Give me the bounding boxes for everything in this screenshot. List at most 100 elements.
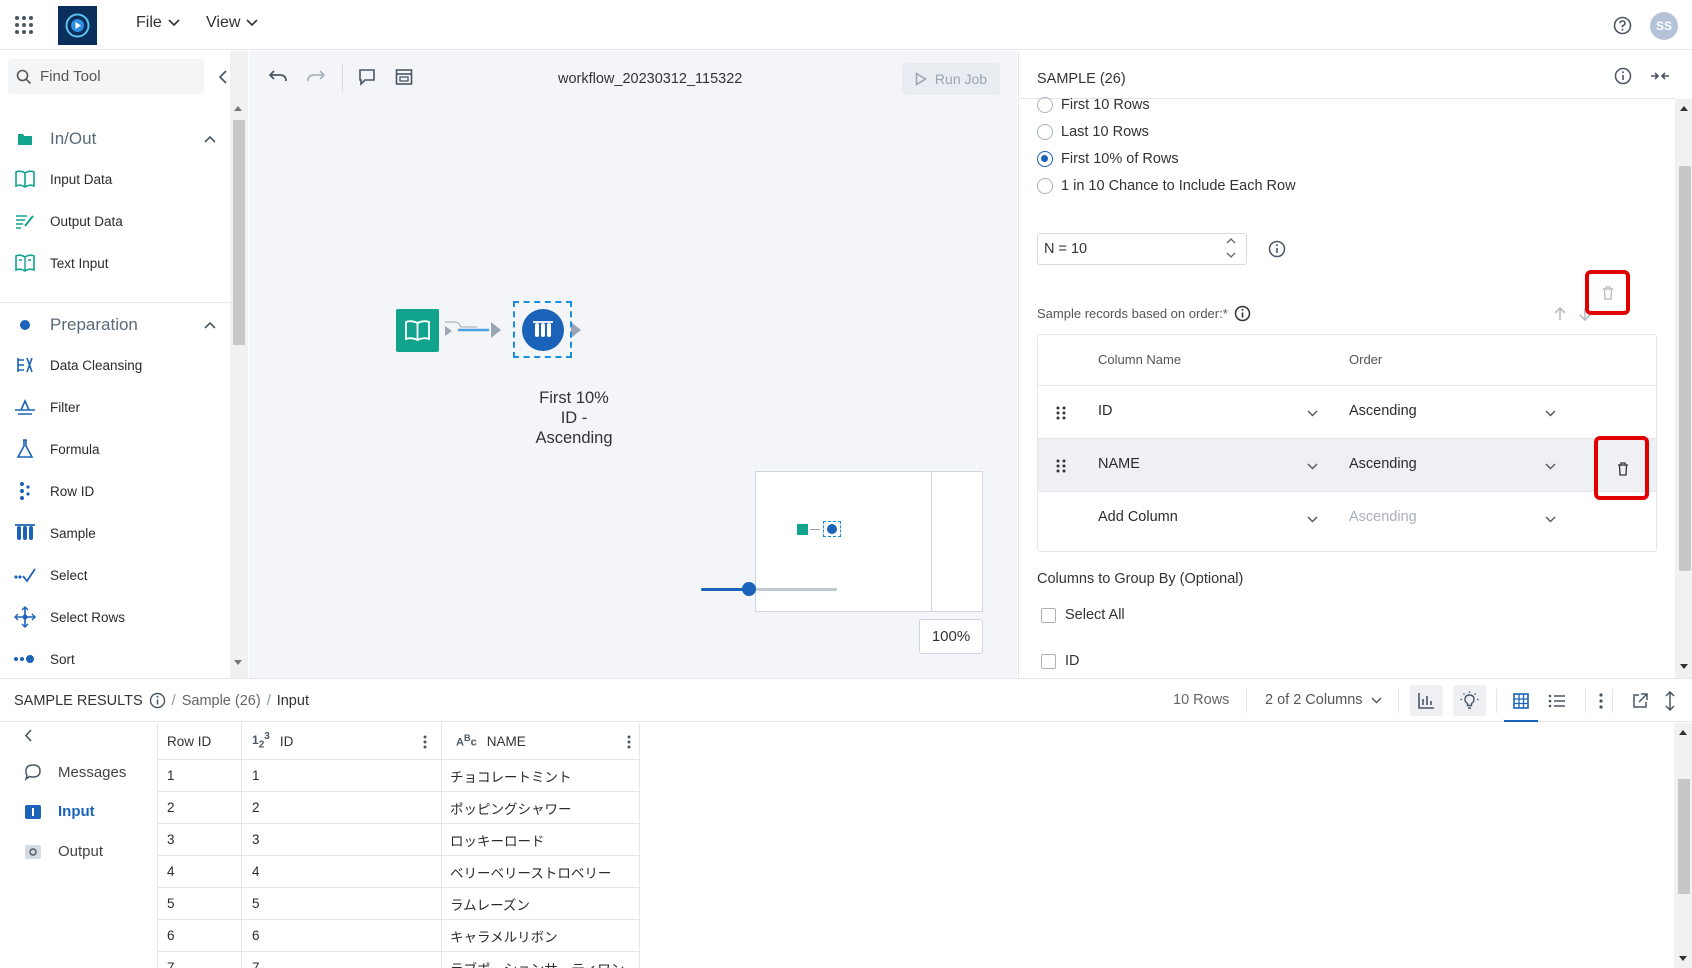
option-first-10-rows[interactable]: First 10 Rows — [1037, 97, 1150, 113]
scroll-up-icon[interactable] — [1678, 104, 1690, 112]
table-row[interactable]: 5 5 ラムレーズン — [158, 888, 640, 920]
collapse-palette-icon[interactable] — [218, 70, 228, 84]
sort-order-select-disabled[interactable]: Ascending — [1349, 509, 1417, 525]
tool-text-input[interactable]: Text Input — [0, 243, 230, 283]
category-preparation[interactable]: Preparation — [0, 305, 230, 345]
table-cell[interactable]: 6 — [242, 920, 442, 951]
chevron-down-icon[interactable] — [1307, 463, 1318, 470]
table-cell[interactable]: ラブポーションサーティワン — [442, 952, 640, 968]
sample-node[interactable] — [522, 309, 564, 351]
table-cell[interactable]: ベリーベリーストロベリー — [442, 856, 640, 887]
zoom-value[interactable]: 100% — [919, 619, 983, 654]
tool-select-rows[interactable]: Select Rows — [0, 597, 230, 637]
chevron-down-icon[interactable] — [1545, 410, 1556, 417]
radio-button[interactable] — [1037, 97, 1053, 113]
table-cell[interactable]: 7 — [158, 952, 242, 968]
tool-formula[interactable]: Formula — [0, 429, 230, 469]
table-cell[interactable]: 7 — [242, 952, 442, 968]
info-icon[interactable] — [1614, 67, 1632, 85]
table-cell[interactable]: キャラメルリボン — [442, 920, 640, 951]
collapse-sidebar-icon[interactable] — [24, 729, 33, 742]
sort-column-select[interactable]: NAME — [1098, 456, 1140, 472]
radio-button[interactable] — [1037, 124, 1053, 140]
table-cell[interactable]: 5 — [158, 888, 242, 919]
chart-view-button[interactable] — [1410, 685, 1443, 716]
app-grid-icon[interactable] — [14, 15, 34, 35]
chevron-down-icon[interactable] — [1545, 463, 1556, 470]
select-all-checkbox[interactable]: Select All — [1041, 607, 1125, 623]
chevron-down-icon[interactable] — [1307, 516, 1318, 523]
more-options-icon[interactable] — [1598, 692, 1604, 710]
trash-icon[interactable] — [1617, 462, 1629, 476]
table-cell[interactable]: 1 — [242, 760, 442, 791]
sort-order-select[interactable]: Ascending — [1349, 456, 1417, 472]
help-icon[interactable] — [1613, 16, 1632, 35]
table-row[interactable]: 1 1 チョコレートミント — [158, 760, 640, 792]
add-column-select[interactable]: Add Column — [1098, 509, 1178, 525]
column-menu-icon[interactable] — [423, 735, 427, 749]
tool-sort[interactable]: Sort — [0, 639, 230, 679]
scroll-down-icon[interactable] — [1677, 955, 1689, 963]
tool-row-id[interactable]: Row ID — [0, 471, 230, 511]
zoom-slider-track[interactable] — [701, 588, 837, 591]
group-id-checkbox[interactable]: ID — [1041, 653, 1080, 669]
sidebar-item-output[interactable]: Output — [24, 843, 103, 860]
insights-button[interactable] — [1453, 685, 1486, 716]
info-icon[interactable] — [1234, 305, 1251, 322]
sort-row[interactable]: ID Ascending — [1038, 385, 1656, 438]
table-cell[interactable]: ラムレーズン — [442, 888, 640, 919]
table-row[interactable]: 3 3 ロッキーロード — [158, 824, 640, 856]
drag-handle-icon[interactable] — [1056, 459, 1066, 473]
table-cell[interactable]: 5 — [242, 888, 442, 919]
scroll-down-icon[interactable] — [232, 659, 244, 667]
sidebar-item-messages[interactable]: Messages — [24, 763, 126, 781]
grid-view-button[interactable] — [1504, 685, 1538, 722]
tool-select[interactable]: Select — [0, 555, 230, 595]
table-cell[interactable]: 3 — [158, 824, 242, 855]
table-cell[interactable]: 4 — [242, 856, 442, 887]
workflow-canvas[interactable]: workflow_20230312_115322 Run Job First 1… — [249, 51, 1017, 678]
resize-vertical-icon[interactable] — [1664, 691, 1676, 711]
checkbox[interactable] — [1041, 607, 1056, 623]
stepper-up-icon[interactable] — [1226, 237, 1236, 245]
chevron-down-icon[interactable] — [1545, 516, 1556, 523]
checkbox[interactable] — [1041, 653, 1056, 669]
open-external-icon[interactable] — [1632, 693, 1648, 709]
columns-selector[interactable]: 2 of 2 Columns — [1265, 692, 1382, 708]
trash-icon[interactable] — [1602, 286, 1614, 300]
tool-filter[interactable]: Filter — [0, 387, 230, 427]
palette-scrollbar-thumb[interactable] — [233, 120, 245, 345]
scroll-up-icon[interactable] — [232, 104, 244, 112]
option-1-in-10-chance[interactable]: 1 in 10 Chance to Include Each Row — [1037, 178, 1296, 194]
table-row[interactable]: 4 4 ベリーベリーストロベリー — [158, 856, 640, 888]
header-id[interactable]: 123 ID — [242, 723, 442, 759]
sort-column-select[interactable]: ID — [1098, 403, 1113, 419]
header-row-id[interactable]: Row ID — [158, 723, 242, 759]
tool-data-cleansing[interactable]: Data Cleansing — [0, 345, 230, 385]
results-scrollbar-thumb[interactable] — [1678, 779, 1690, 894]
input-data-node[interactable] — [396, 309, 439, 352]
sample-node-selection[interactable] — [513, 301, 572, 358]
table-row[interactable]: 6 6 キャラメルリボン — [158, 920, 640, 952]
info-icon[interactable] — [1268, 240, 1286, 258]
radio-button[interactable] — [1037, 178, 1053, 194]
table-cell[interactable]: ポッピングシャワー — [442, 792, 640, 823]
move-up-icon[interactable] — [1554, 307, 1566, 321]
sort-row-add[interactable]: Add Column Ascending — [1038, 491, 1656, 544]
table-row[interactable]: 77ラブポーションサーティワン — [158, 952, 640, 968]
scroll-up-icon[interactable] — [1677, 728, 1689, 736]
scroll-down-icon[interactable] — [1678, 663, 1690, 671]
breadcrumb-sample[interactable]: Sample (26) — [182, 693, 261, 709]
drag-handle-icon[interactable] — [1056, 406, 1066, 420]
table-cell[interactable]: 6 — [158, 920, 242, 951]
info-icon[interactable] — [149, 692, 166, 709]
header-name[interactable]: ABc NAME — [442, 723, 640, 759]
option-last-10-rows[interactable]: Last 10 Rows — [1037, 124, 1149, 140]
category-in-out[interactable]: In/Out — [0, 119, 230, 159]
table-cell[interactable]: 2 — [242, 792, 442, 823]
sort-order-select[interactable]: Ascending — [1349, 403, 1417, 419]
option-first-10-percent[interactable]: First 10% of Rows — [1037, 151, 1179, 167]
column-menu-icon[interactable] — [627, 735, 631, 749]
find-tool-input[interactable]: Find Tool — [8, 59, 204, 94]
table-row[interactable]: 2 2 ポッピングシャワー — [158, 792, 640, 824]
